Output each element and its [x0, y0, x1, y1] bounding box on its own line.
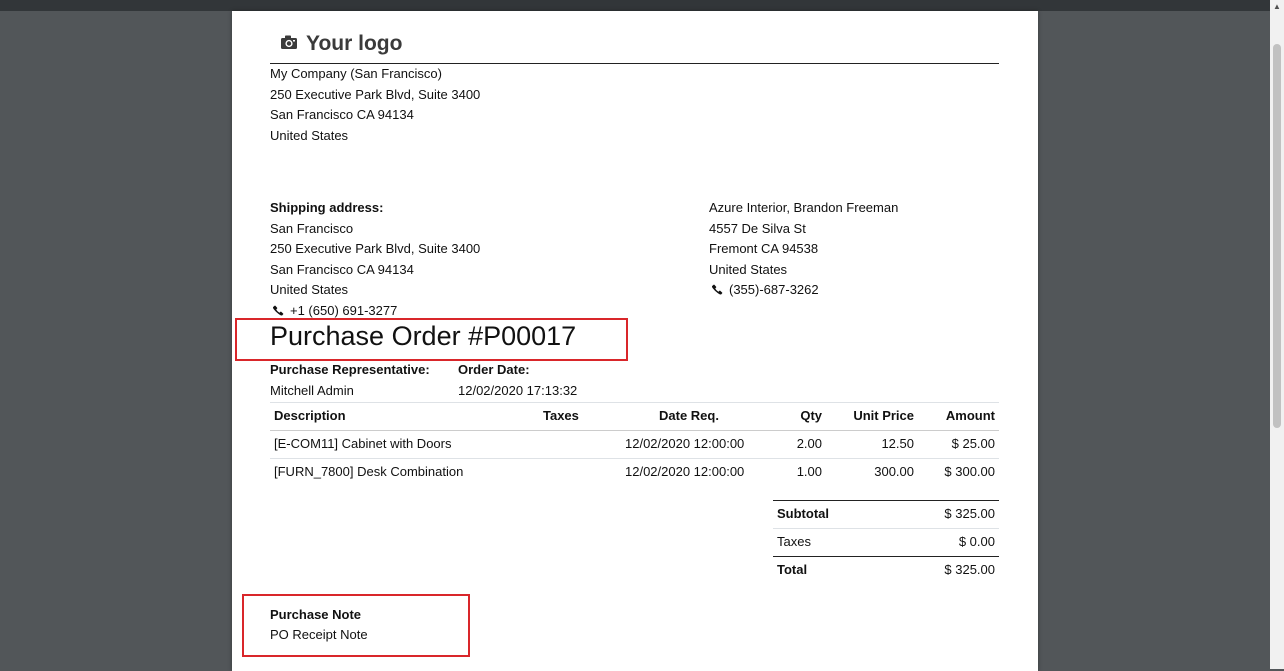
note-highlight-box [242, 594, 470, 657]
row-amount: $ 25.00 [951, 436, 995, 451]
taxes-label: Taxes [777, 534, 811, 549]
company-city: San Francisco CA 94134 [270, 107, 414, 122]
header-bottom-rule [270, 430, 999, 431]
row-amount: $ 300.00 [944, 464, 995, 479]
scrollbar-thumb[interactable] [1273, 44, 1281, 428]
subtotal-divider [773, 528, 999, 529]
vendor-address: Azure Interior, Brandon Freeman 4557 De … [709, 198, 898, 301]
order-date-value: 12/02/2020 17:13:32 [458, 383, 578, 398]
title-highlight-box [235, 318, 628, 361]
col-qty: Qty [800, 408, 822, 423]
row-description: [E-COM11] Cabinet with Doors [274, 436, 452, 451]
row-unit-price: 12.50 [881, 436, 914, 451]
col-taxes: Taxes [543, 408, 579, 423]
row-description: [FURN_7800] Desk Combination [274, 464, 464, 479]
total-value: $ 325.00 [944, 562, 995, 577]
col-description: Description [274, 408, 346, 423]
subtotal-label: Subtotal [777, 506, 829, 521]
total-label: Total [777, 562, 808, 577]
taxes-value: $ 0.00 [958, 534, 995, 549]
vertical-scrollbar[interactable]: ▲ [1270, 0, 1284, 669]
row-date-req: 12/02/2020 12:00:00 [625, 436, 745, 451]
col-amount: Amount [945, 408, 995, 423]
rep-label: Purchase Representative: [270, 362, 430, 377]
company-name: My Company (San Francisco) [270, 66, 442, 81]
vendor-city: Fremont CA 94538 [709, 241, 819, 256]
total-rule [773, 556, 999, 557]
col-unit-price: Unit Price [853, 408, 914, 423]
document-page: Your logo My Company (San Francisco) 250… [232, 11, 1038, 671]
phone-icon [712, 284, 723, 295]
company-address: My Company (San Francisco) 250 Executive… [270, 64, 480, 146]
rep-value: Mitchell Admin [270, 383, 354, 398]
shipping-address: Shipping address: San Francisco 250 Exec… [270, 198, 480, 321]
shipping-phone: +1 (650) 691-3277 [290, 302, 398, 318]
shipping-city: San Francisco CA 94134 [270, 261, 414, 277]
vendor-street: 4557 De Silva St [709, 220, 806, 236]
viewer-toolbar [0, 0, 1284, 11]
vendor-name: Azure Interior, Brandon Freeman [709, 200, 899, 215]
phone-icon [273, 305, 284, 315]
row-qty: 2.00 [796, 436, 822, 451]
table-top-rule [270, 402, 999, 403]
company-country: United States [270, 127, 349, 143]
row-divider [270, 458, 999, 459]
col-date-req: Date Req. [659, 408, 719, 423]
subtotal-value: $ 325.00 [944, 506, 995, 521]
camera-icon [281, 35, 297, 50]
row-qty: 1.00 [796, 464, 822, 479]
row-unit-price: 300.00 [874, 464, 914, 479]
shipping-street: 250 Executive Park Blvd, Suite 3400 [270, 241, 481, 256]
scroll-up-arrow-icon[interactable]: ▲ [1273, 3, 1281, 11]
vendor-phone: (355)-687-3262 [729, 282, 819, 297]
shipping-name: San Francisco [270, 220, 354, 236]
vendor-phone-line: (355)-687-3262 [709, 280, 898, 301]
shipping-country: United States [270, 282, 349, 297]
company-street: 250 Executive Park Blvd, Suite 3400 [270, 86, 481, 102]
vendor-country: United States [709, 261, 788, 277]
shipping-heading: Shipping address: [270, 200, 384, 215]
totals-top-rule [773, 500, 999, 501]
company-logo: Your logo [280, 31, 402, 57]
logo-text: Your logo [306, 32, 403, 55]
order-date-label: Order Date: [458, 362, 530, 377]
row-date-req: 12/02/2020 12:00:00 [625, 464, 745, 479]
